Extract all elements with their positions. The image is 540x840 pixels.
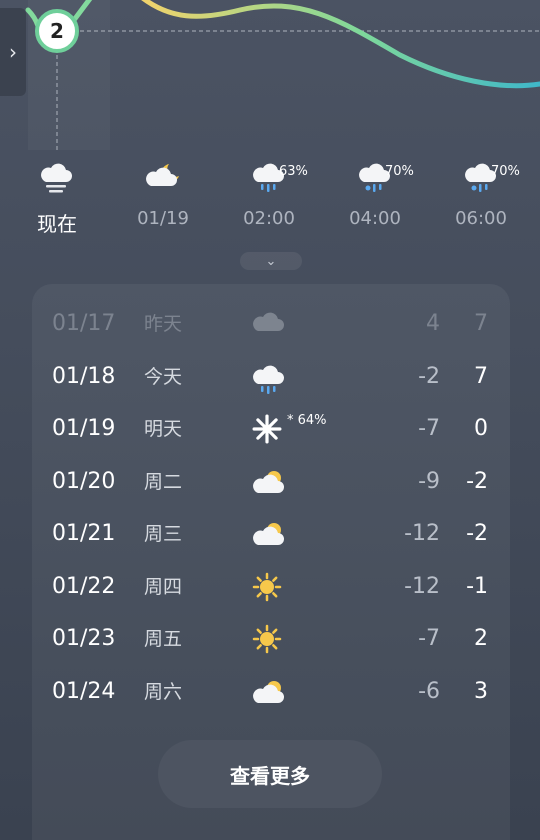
temp-low: -9 bbox=[418, 468, 440, 494]
day-name: 周二 bbox=[144, 470, 183, 493]
temp-high: 7 bbox=[474, 363, 488, 389]
hourly-item: 63% 02:00 bbox=[229, 160, 309, 229]
hourly-item: 现在 bbox=[17, 160, 97, 237]
day-date: 01/23 bbox=[52, 626, 116, 651]
day-date: 01/20 bbox=[52, 468, 116, 494]
hourly-label: 04:00 bbox=[349, 208, 401, 229]
day-name: 周五 bbox=[144, 628, 183, 650]
day-date: 01/18 bbox=[52, 363, 116, 389]
partly-cloudy-icon bbox=[252, 467, 286, 497]
hourly-label: 02:00 bbox=[243, 208, 295, 229]
temp-low: -7 bbox=[418, 416, 440, 441]
temp-high: 7 bbox=[474, 311, 488, 336]
temp-high: -1 bbox=[466, 573, 488, 599]
view-more-button[interactable]: 查看更多 bbox=[158, 740, 382, 808]
collapse-toggle[interactable]: ⌄ bbox=[240, 252, 302, 270]
day-name: 周六 bbox=[144, 680, 183, 703]
temp-high: -2 bbox=[466, 468, 488, 494]
partly-cloudy-icon bbox=[252, 677, 286, 707]
day-name: 今天 bbox=[144, 365, 183, 388]
marker-badge: 2 bbox=[35, 9, 79, 53]
precip-chance: * 64% bbox=[287, 413, 327, 428]
temp-low: -7 bbox=[418, 626, 440, 651]
chevron-right-icon: › bbox=[9, 40, 17, 64]
partly-cloudy-icon bbox=[252, 519, 286, 549]
hourly-label: 现在 bbox=[37, 212, 77, 236]
temp-low: 4 bbox=[426, 311, 440, 336]
cloud-fog-icon bbox=[38, 160, 76, 200]
daily-row[interactable]: 01/24 周六 -6 3 bbox=[32, 666, 510, 718]
precip-chance: 63% bbox=[279, 164, 308, 179]
temp-low: -12 bbox=[404, 521, 440, 546]
daily-row[interactable]: 01/17 昨天 4 7 bbox=[32, 298, 510, 350]
temp-high: 3 bbox=[474, 678, 488, 704]
temp-high: 0 bbox=[474, 416, 488, 441]
hourly-item: 70% 06:00 bbox=[441, 160, 521, 229]
day-date: 01/21 bbox=[52, 521, 116, 546]
precip-chance: 70% bbox=[385, 164, 414, 179]
temp-low: -6 bbox=[418, 678, 440, 704]
day-date: 01/19 bbox=[52, 416, 116, 441]
day-name: 明天 bbox=[144, 418, 183, 440]
day-date: 01/17 bbox=[52, 311, 116, 336]
daily-row[interactable]: 01/21 周三 -12 -2 bbox=[32, 508, 510, 560]
snowflake-icon bbox=[252, 414, 286, 444]
temp-low: -12 bbox=[404, 573, 440, 599]
daily-row[interactable]: 01/22 周四 -12 -1 bbox=[32, 561, 510, 613]
side-panel-tab[interactable]: › bbox=[0, 8, 26, 96]
day-date: 01/24 bbox=[52, 678, 116, 704]
temp-high: 2 bbox=[474, 626, 488, 651]
precip-chance: 70% bbox=[491, 164, 520, 179]
daily-row[interactable]: 01/19 明天 * 64% -7 0 bbox=[32, 403, 510, 455]
day-name: 周三 bbox=[144, 523, 183, 545]
hourly-item: 01/19 bbox=[123, 160, 203, 229]
hourly-label: 06:00 bbox=[455, 208, 507, 229]
day-name: 昨天 bbox=[144, 313, 183, 335]
daily-row[interactable]: 01/20 周二 -9 -2 bbox=[32, 456, 510, 508]
hourly-item: 70% 04:00 bbox=[335, 160, 415, 229]
temp-high: -2 bbox=[466, 521, 488, 546]
sun-icon bbox=[252, 624, 286, 654]
daily-row[interactable]: 01/18 今天 -2 7 bbox=[32, 351, 510, 403]
daily-row[interactable]: 01/23 周五 -7 2 bbox=[32, 613, 510, 665]
cloud-icon bbox=[252, 309, 286, 339]
cloud-rain-icon bbox=[252, 362, 286, 394]
temp-low: -2 bbox=[418, 363, 440, 389]
sun-icon bbox=[252, 572, 286, 602]
day-date: 01/22 bbox=[52, 573, 116, 599]
chevron-down-icon: ⌄ bbox=[265, 253, 277, 269]
hourly-label: 01/19 bbox=[137, 208, 189, 229]
partly-cloudy-night-icon bbox=[145, 160, 181, 194]
day-name: 周四 bbox=[144, 575, 183, 598]
